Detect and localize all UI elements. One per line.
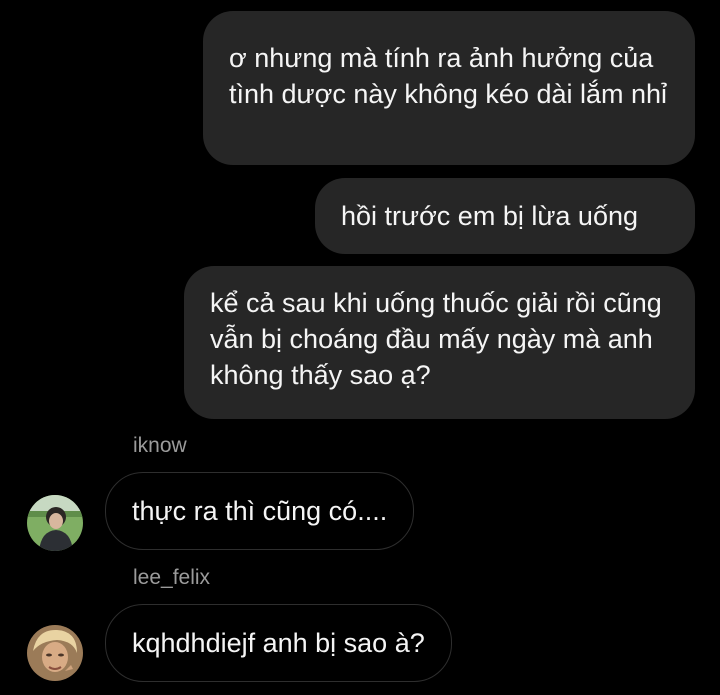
message-text: thực ra thì cũng có.... xyxy=(132,496,388,526)
sender-name-lee-felix: lee_felix xyxy=(133,566,211,589)
profile-photo-icon xyxy=(27,495,83,551)
avatar-iknow[interactable] xyxy=(27,495,83,551)
message-text: kể cả sau khi uống thuốc giải rồi cũng v… xyxy=(210,288,662,390)
message-text: kqhdhdiejf anh bị sao à? xyxy=(132,628,425,658)
chat-screen: ơ nhưng mà tính ra ảnh hưởng của tình dư… xyxy=(0,0,720,695)
profile-photo-icon xyxy=(27,625,83,681)
received-message-bubble[interactable]: thực ra thì cũng có.... xyxy=(105,472,415,550)
sender-name-iknow: iknow xyxy=(133,434,187,457)
received-message-bubble[interactable]: kqhdhdiejf anh bị sao à? xyxy=(105,604,452,682)
message-text: hồi trước em bị lừa uống xyxy=(341,201,638,231)
sent-message-bubble[interactable]: ơ nhưng mà tính ra ảnh hưởng của tình dư… xyxy=(203,11,695,165)
sent-message-bubble[interactable]: hồi trước em bị lừa uống xyxy=(315,178,695,254)
sent-message-bubble[interactable]: kể cả sau khi uống thuốc giải rồi cũng v… xyxy=(184,266,695,419)
message-text: ơ nhưng mà tính ra ảnh hưởng của tình dư… xyxy=(229,43,668,109)
avatar-lee-felix[interactable] xyxy=(27,625,83,681)
